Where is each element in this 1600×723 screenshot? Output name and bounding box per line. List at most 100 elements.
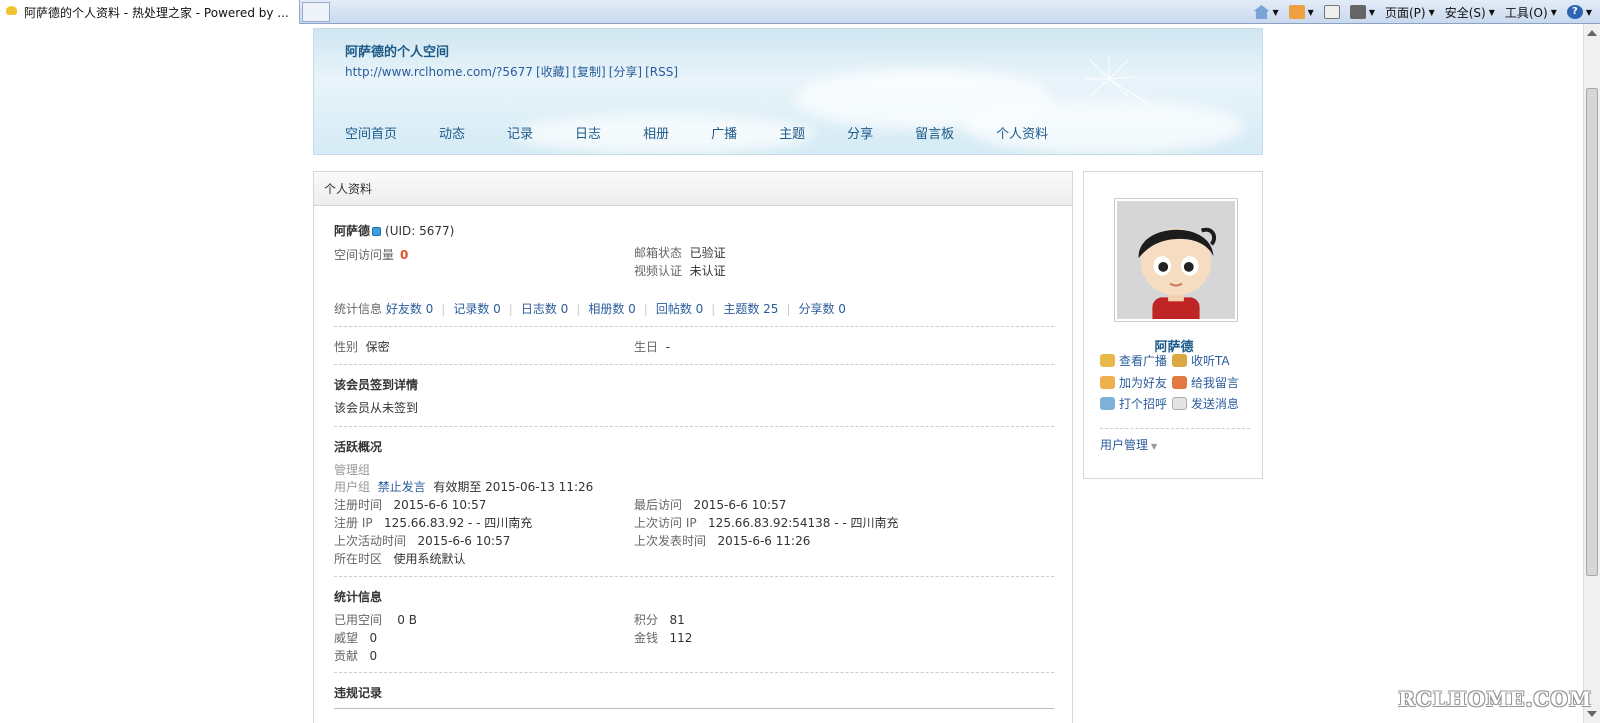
nav-broadcast[interactable]: 广播 [711,123,737,142]
scroll-up-icon[interactable] [1587,30,1597,36]
last-ip-row: 上次访问 IP 125.66.83.92:54138 - - 四川南充 [634,516,899,530]
print-icon [1349,5,1366,19]
safety-menu[interactable]: 安全(S) ▼ [1445,4,1495,21]
email-status-row: 邮箱状态 已验证 [634,246,726,260]
friends-count-link[interactable]: 好友数 0 [386,302,433,316]
rss-link[interactable]: [RSS] [645,65,678,79]
feeds-button[interactable]: ▼ [1288,5,1314,19]
nav-blog[interactable]: 日志 [575,123,601,142]
share-count-link[interactable]: 分享数 0 [798,302,845,316]
vertical-scrollbar[interactable] [1583,24,1600,723]
avatar-cartoon-icon [1117,201,1235,319]
user-card: 阿萨德 查看广播 收听TA 加为好友 给我留言 打个招呼 发送消息 用户管理 ▼ [1083,171,1263,479]
activity-title: 活跃概况 [334,440,383,454]
page-menu[interactable]: 页面(P) ▼ [1385,4,1435,21]
panel-title: 个人资料 [314,172,1072,206]
new-tab-button[interactable] [302,2,330,22]
album-count-link[interactable]: 相册数 0 [588,302,635,316]
scroll-thumb[interactable] [1586,88,1598,576]
timezone-row: 所在时区 使用系统默认 [334,552,466,566]
visits-count: 0 [400,248,409,262]
nav-wall[interactable]: 留言板 [915,123,954,142]
video-auth-row: 视频认证 未认证 [634,264,726,278]
browser-tab[interactable]: 阿萨德的个人资料 - 热处理之家 - Powered by ... [0,0,300,24]
help-icon: ? [1566,5,1583,19]
user-group-row: 用户组 禁止发言 有效期至 2015-06-13 11:26 [334,480,594,494]
nav-album[interactable]: 相册 [643,123,669,142]
username: 阿萨德 [334,224,371,238]
profile-panel: 个人资料 阿萨德 (UID: 5677) 空间访问量 0 邮箱状态 已验证 视频认证… [313,171,1073,723]
home-icon [1253,5,1270,19]
stats-links-row: 统计信息 好友数 0 | 记录数 0 | 日志数 0 | 相册数 0 | 回帖数 0 | 主题数 2… [334,302,846,316]
scroll-down-icon[interactable] [1587,711,1597,717]
admin-group-label: 管理组 [334,463,371,477]
reg-ip-row: 注册 IP 125.66.83.92 - - 四川南充 [334,516,533,530]
divider [334,426,1054,427]
space-url-link[interactable]: http://www.rclhome.com/?5677 [345,65,533,79]
checkin-title: 该会员签到详情 [334,378,419,392]
home-button[interactable]: ▼ [1253,5,1279,19]
nav-profile[interactable]: 个人资料 [996,123,1048,142]
last-active-row: 上次活动时间 2015-6-6 10:57 [334,534,511,548]
nav-share[interactable]: 分享 [847,123,873,142]
blog-count-link[interactable]: 日志数 0 [521,302,568,316]
money-row: 金钱 112 [634,631,693,645]
print-button[interactable]: ▼ [1349,5,1375,19]
reply-count-link[interactable]: 回帖数 0 [656,302,703,316]
share-link[interactable]: [分享] [609,65,642,79]
uid-text: (UID: 5677) [385,224,455,238]
nav-space-home[interactable]: 空间首页 [345,123,397,142]
prestige-row: 威望 0 [334,631,378,645]
view-broadcast-link[interactable]: 查看广播 [1100,352,1167,369]
envelope-icon [1172,397,1187,410]
gender-row: 性别 保密 [334,340,390,354]
visits-row: 空间访问量 0 [334,248,409,262]
handshake-icon [1100,376,1115,389]
leave-message-link[interactable]: 给我留言 [1172,374,1239,391]
divider [1100,428,1250,429]
follow-link[interactable]: 收听TA [1172,352,1230,369]
divider [334,326,1054,327]
divider [334,708,1054,709]
nav-thread[interactable]: 主题 [779,123,805,142]
megaphone-icon [1100,354,1115,367]
divider [334,576,1054,577]
nav-feed[interactable]: 动态 [439,123,465,142]
tools-menu[interactable]: 工具(O) ▼ [1505,4,1557,21]
poke-link[interactable]: 打个招呼 [1100,395,1167,412]
divider [334,672,1054,673]
add-friend-link[interactable]: 加为好友 [1100,374,1167,391]
copy-link[interactable]: [复制] [572,65,605,79]
doing-count-link[interactable]: 记录数 0 [453,302,500,316]
space-header-banner: 阿萨德的个人空间 http://www.rclhome.com/?5677 [收藏… [313,28,1263,155]
chevron-down-icon: ▼ [1151,442,1158,451]
watermark: RCLHOME.COM [1398,687,1592,711]
reg-time-row: 注册时间 2015-6-6 10:57 [334,498,487,512]
pencil-icon [1172,376,1187,389]
read-mail-button[interactable] [1323,5,1340,19]
help-button[interactable]: ? ▼ [1566,5,1592,19]
divider [334,364,1054,365]
site-favicon-icon [4,5,20,19]
favorite-link[interactable]: [收藏] [536,65,569,79]
nav-doing[interactable]: 记录 [507,123,533,142]
rss-icon [1288,5,1305,19]
user-management-menu[interactable]: 用户管理 ▼ [1100,436,1157,453]
send-message-link[interactable]: 发送消息 [1172,395,1239,412]
thread-count-link[interactable]: 主题数 25 [723,302,778,316]
follow-user-icon [1172,354,1187,367]
checkin-text: 该会员从未签到 [334,401,419,415]
avatar[interactable] [1114,198,1238,322]
birthday-row: 生日 - [634,340,670,354]
space-links: http://www.rclhome.com/?5677 [收藏] [复制] [分享]… [345,63,681,80]
user-group-link[interactable]: 禁止发言 [378,480,426,494]
tab-title: 阿萨德的个人资料 - 热处理之家 - Powered by ... [24,5,289,20]
greet-icon [1100,397,1115,410]
space-title[interactable]: 阿萨德的个人空间 [345,41,449,60]
contribution-row: 贡献 0 [334,649,378,663]
mail-icon [1323,5,1340,19]
last-visit-row: 最后访问 2015-6-6 10:57 [634,498,787,512]
command-bar: ▼ ▼ ▼ 页面(P) ▼ 安全(S) ▼ 工具(O) ▼ ? ▼ [1253,0,1592,24]
points-row: 积分 81 [634,613,685,627]
username-row: 阿萨德 (UID: 5677) [334,222,454,239]
